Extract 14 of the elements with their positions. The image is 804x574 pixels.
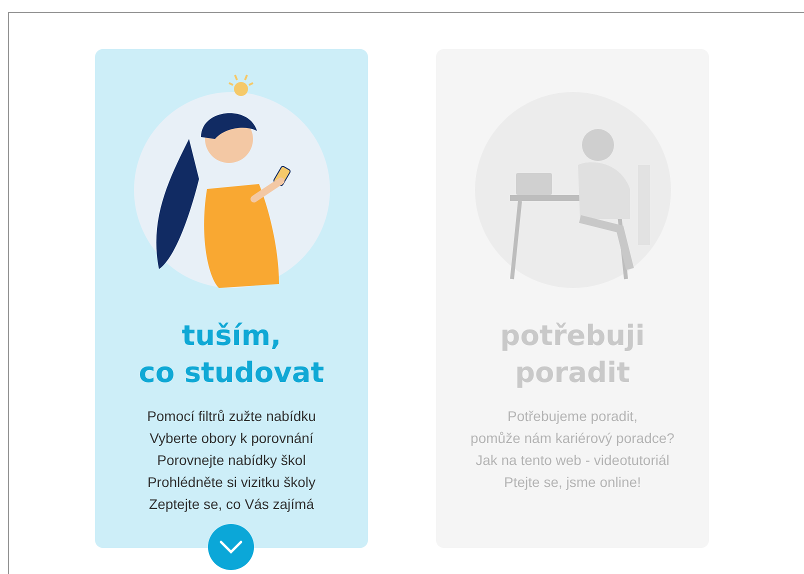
card-text: Potřebujeme poradit, bbox=[508, 407, 638, 426]
expand-button[interactable] bbox=[208, 524, 254, 570]
card-text: Ptejte se, jsme online! bbox=[504, 473, 641, 492]
card-text: Vyberte obory k porovnání bbox=[150, 429, 314, 448]
card-text: Porovnejte nabídky škol bbox=[157, 451, 306, 470]
card-text: Pomocí filtrů zužte nabídku bbox=[147, 407, 316, 426]
card-title: tuším, bbox=[180, 318, 282, 354]
card-text: pomůže nám kariérový poradce? bbox=[470, 429, 674, 448]
card-text: Zeptejte se, co Vás zajímá bbox=[149, 495, 314, 514]
card-text: Prohlédněte si vizitku školy bbox=[147, 473, 316, 492]
card-text: Jak na tento web - videotutoriál bbox=[476, 451, 670, 470]
chevron-down-icon bbox=[219, 540, 243, 554]
option-card[interactable]: tuším, co studovat Pomocí filtrů zužte nabídku Vyberte obory k porovnání Porovnejte nabídky škol Prohlédněte si vizitku školy Zeptejte se, co Vás zajímá bbox=[95, 49, 368, 548]
card-title: co studovat bbox=[138, 355, 324, 391]
